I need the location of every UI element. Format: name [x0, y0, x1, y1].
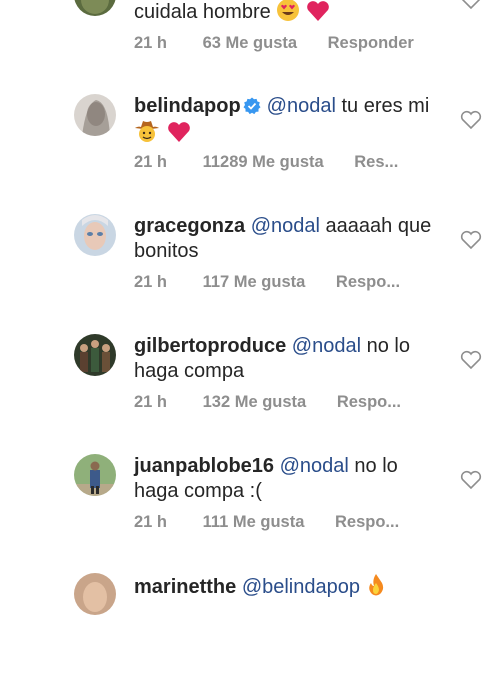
comment-text: juanpablobe16 @nodal no lo haga compa :(	[134, 454, 450, 504]
fire-emoji-icon	[368, 574, 383, 596]
comment-text: cuidala hombre	[134, 0, 450, 25]
cowboy-emoji-icon	[135, 121, 159, 142]
comment-item: gilbertoproduce @nodal no lo haga compa …	[0, 334, 486, 454]
comment-username[interactable]: gracegonza	[134, 215, 245, 237]
red-heart-emoji-icon	[167, 122, 190, 142]
comment-time: 21 h	[134, 393, 168, 411]
comment-text: marinetthe @belindapop	[134, 573, 450, 600]
comment-username[interactable]: belindapop	[134, 95, 241, 117]
comment-item: gracegonza @nodal aaaaah que bonitos 21 …	[0, 214, 486, 334]
like-count[interactable]: 111 Me gusta	[203, 513, 305, 532]
reply-button[interactable]: Responder	[328, 34, 414, 53]
comment-meta: 21 h 117 Me gusta Respo...	[134, 273, 400, 292]
avatar[interactable]	[74, 334, 116, 376]
reply-button[interactable]: Res...	[354, 153, 398, 172]
comment-meta: 21 h 132 Me gusta Respo...	[134, 393, 401, 412]
heart-eyes-emoji-icon	[277, 0, 300, 21]
avatar[interactable]	[74, 573, 116, 615]
comment-body: aaaaah que	[325, 215, 432, 237]
comment-username[interactable]: gilbertoproduce	[134, 335, 286, 357]
comment-text: belindapop @nodal tu eres mi	[134, 94, 450, 146]
comment-meta: 21 h 63 Me gusta Responder	[134, 34, 414, 53]
comment-time: 21 h	[134, 153, 168, 171]
comment-time: 21 h	[134, 34, 168, 52]
comment-item: marinetthe @belindapop	[0, 573, 486, 693]
comment-item: juanpablobe16 @nodal no lo haga compa :(…	[0, 454, 486, 574]
comment-meta: 21 h 11289 Me gusta Res...	[134, 153, 398, 172]
comment-meta: 21 h 111 Me gusta Respo...	[134, 513, 399, 532]
like-count[interactable]: 11289 Me gusta	[203, 153, 324, 172]
comment-body-line2: bonitos	[134, 240, 199, 262]
comment-mention[interactable]: @nodal	[292, 335, 361, 357]
like-count[interactable]: 63 Me gusta	[203, 34, 297, 53]
verified-badge-icon	[243, 97, 261, 115]
comment-username[interactable]: juanpablobe16	[134, 455, 274, 477]
comment-body-line2: haga compa :(	[134, 480, 262, 502]
heart-outline-icon[interactable]	[460, 470, 482, 490]
comment-mention[interactable]: @nodal	[267, 95, 336, 117]
comment-body: no lo	[366, 335, 410, 357]
like-count[interactable]: 117 Me gusta	[203, 273, 306, 292]
avatar[interactable]	[74, 214, 116, 256]
comment-mention[interactable]: @nodal	[251, 215, 320, 237]
comment-time: 21 h	[134, 273, 168, 291]
red-heart-emoji-icon	[307, 1, 329, 22]
comment-mention[interactable]: @nodal	[280, 455, 349, 477]
comment-body-line2: haga compa	[134, 360, 245, 382]
comment-time: 21 h	[134, 513, 168, 531]
heart-outline-icon[interactable]	[460, 110, 482, 130]
comment-item: belindapop @nodal tu eres mi 21 h 11289 …	[0, 94, 486, 214]
avatar[interactable]	[74, 0, 116, 16]
avatar[interactable]	[74, 454, 116, 496]
comment-body: cuidala hombre	[134, 1, 271, 23]
comment-username[interactable]: marinetthe	[134, 576, 236, 598]
comment-body: tu eres mi	[341, 95, 430, 117]
reply-button[interactable]: Respo...	[336, 273, 400, 292]
heart-outline-icon[interactable]	[460, 0, 482, 10]
reply-button[interactable]: Respo...	[337, 393, 401, 412]
comment-text: gracegonza @nodal aaaaah que bonitos	[134, 214, 450, 264]
like-count[interactable]: 132 Me gusta	[203, 393, 307, 412]
reply-button[interactable]: Respo...	[335, 513, 399, 532]
comment-body: no lo	[354, 455, 398, 477]
comment-mention[interactable]: @belindapop	[242, 576, 360, 598]
heart-outline-icon[interactable]	[460, 350, 482, 370]
avatar[interactable]	[74, 94, 116, 136]
comment-text: gilbertoproduce @nodal no lo haga compa	[134, 334, 450, 384]
heart-outline-icon[interactable]	[460, 230, 482, 250]
